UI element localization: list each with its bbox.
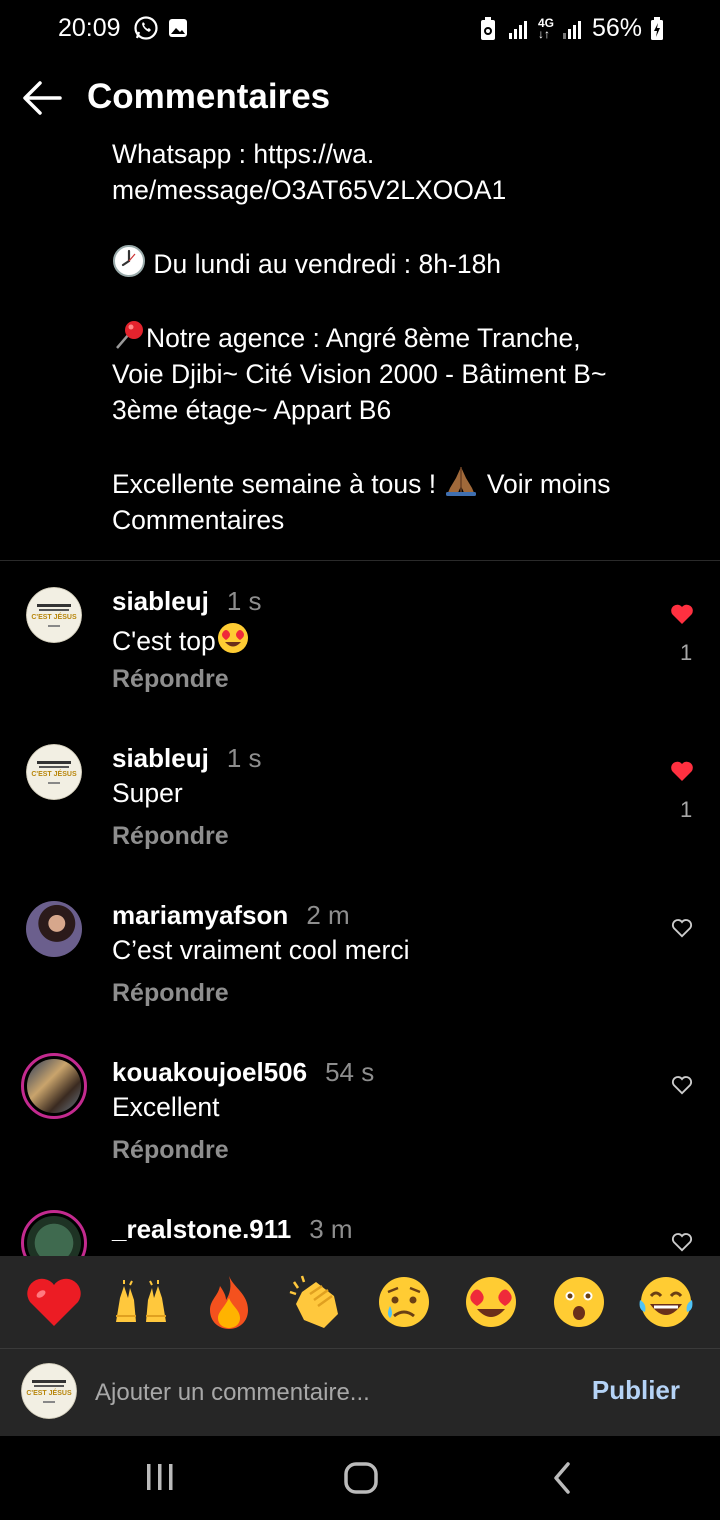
avatar[interactable] bbox=[26, 901, 82, 957]
avatar-with-story-ring[interactable] bbox=[21, 1210, 87, 1256]
current-user-avatar: C'EST JÉSUS bbox=[21, 1363, 77, 1419]
signal-2-icon bbox=[562, 20, 581, 39]
tears-of-joy-face-icon bbox=[639, 1277, 693, 1327]
comment-username[interactable]: siableuj 1 s bbox=[112, 743, 262, 774]
user-photo-avatar bbox=[26, 901, 82, 957]
caption-comments-label: Commentaires bbox=[112, 505, 285, 535]
comment-item: C'EST JÉSUS siableuj 1 s C'est top Répond… bbox=[0, 580, 720, 720]
liked-heart-icon[interactable] bbox=[670, 603, 694, 625]
red-heart-icon bbox=[27, 1278, 81, 1326]
praying-hands-icon bbox=[446, 467, 477, 496]
comment-text: C’est vraiment cool merci bbox=[112, 935, 410, 965]
avatar-with-story-ring[interactable] bbox=[21, 1053, 87, 1119]
like-count: 1 bbox=[680, 797, 693, 822]
comment-username[interactable]: siableuj 1 s bbox=[112, 586, 262, 617]
reply-button[interactable]: Répondre bbox=[112, 822, 229, 851]
astonished-face-icon bbox=[553, 1277, 604, 1327]
avatar[interactable]: C'EST JÉSUS bbox=[26, 744, 82, 800]
like-heart-outline-icon[interactable] bbox=[671, 1232, 693, 1252]
emoji-quick-bar bbox=[0, 1256, 720, 1348]
fire-emoji-button[interactable] bbox=[199, 1272, 259, 1332]
clock-icon bbox=[113, 245, 145, 277]
publish-button[interactable]: Publier bbox=[592, 1375, 680, 1406]
church-logo-avatar: C'EST JÉSUS bbox=[21, 1363, 77, 1419]
fire-icon bbox=[209, 1276, 248, 1329]
sad-relieved-face-icon bbox=[378, 1277, 429, 1327]
caption-agency-2: Voie Djibi~ Cité Vision 2000 - Bâtiment … bbox=[112, 359, 607, 389]
image-notification-icon bbox=[169, 19, 187, 37]
comment-item: _realstone.911 3 m bbox=[0, 1208, 720, 1256]
home-icon[interactable] bbox=[343, 1460, 379, 1496]
caption-whatsapp-link[interactable]: me/message/O3AT65V2LXOOA1 bbox=[112, 172, 672, 208]
raising-hands-emoji-button[interactable] bbox=[111, 1272, 171, 1332]
post-caption: Whatsapp : https://wa. me/message/O3AT65… bbox=[112, 136, 672, 538]
divider bbox=[0, 560, 720, 561]
page-title: Commentaires bbox=[87, 77, 331, 116]
clapping-hands-icon bbox=[289, 1275, 339, 1328]
recent-apps-icon[interactable] bbox=[145, 1460, 175, 1494]
reply-button[interactable]: Répondre bbox=[112, 979, 229, 1008]
laughing-emoji-button[interactable] bbox=[636, 1272, 696, 1332]
status-right: 4G ↓↑ 56% bbox=[478, 14, 664, 43]
comment-input[interactable] bbox=[95, 1375, 555, 1411]
reply-button[interactable]: Répondre bbox=[112, 1136, 229, 1165]
back-arrow-icon[interactable] bbox=[20, 78, 64, 118]
comment-time: 2 m bbox=[306, 900, 350, 930]
caption-agency: Notre agence : Angré 8ème Tranche, bbox=[112, 318, 672, 356]
comment-item: kouakoujoel506 54 s Excellent Répondre bbox=[0, 1051, 720, 1191]
comment-username[interactable]: _realstone.911 3 m bbox=[112, 1214, 353, 1245]
back-nav-icon[interactable] bbox=[550, 1460, 574, 1496]
battery-saver-icon bbox=[480, 16, 495, 40]
comment-text: Super bbox=[112, 778, 183, 808]
comment-time: 3 m bbox=[309, 1214, 353, 1244]
liked-heart-icon[interactable] bbox=[670, 760, 694, 782]
comment-time: 1 s bbox=[226, 743, 262, 773]
sad-emoji-button[interactable] bbox=[374, 1272, 434, 1332]
wow-emoji-button[interactable] bbox=[549, 1272, 609, 1332]
caption-closing: Excellente semaine à tous ! Voir moins bbox=[112, 464, 672, 502]
comment-text: Excellent bbox=[112, 1092, 220, 1122]
avatar[interactable]: C'EST JÉSUS bbox=[26, 587, 82, 643]
comment-username[interactable]: kouakoujoel506 54 s bbox=[112, 1057, 374, 1088]
comment-username[interactable]: mariamyafson 2 m bbox=[112, 900, 350, 931]
heart-eyes-emoji-button[interactable] bbox=[461, 1272, 521, 1332]
signal-icon bbox=[508, 20, 527, 39]
reply-button[interactable]: Répondre bbox=[112, 665, 229, 694]
see-less-link[interactable]: Voir moins bbox=[487, 469, 611, 499]
user-photo-avatar bbox=[27, 1059, 81, 1113]
heart-eyes-emoji bbox=[217, 623, 248, 653]
status-bar: 20:09 4G ↓↑ 56% bbox=[0, 0, 720, 58]
church-logo-avatar: C'EST JÉSUS bbox=[26, 744, 82, 800]
battery-percent: 56% bbox=[591, 14, 642, 42]
caption-hours: Du lundi au vendredi : 8h-18h bbox=[112, 244, 672, 282]
user-photo-avatar bbox=[27, 1216, 81, 1256]
caption-whatsapp: Whatsapp : https://wa. bbox=[112, 139, 375, 169]
like-count: 1 bbox=[680, 640, 693, 665]
pushpin-icon bbox=[116, 321, 143, 349]
clapping-emoji-button[interactable] bbox=[286, 1272, 346, 1332]
whatsapp-notification-icon bbox=[134, 16, 158, 40]
raising-hands-icon bbox=[116, 1280, 167, 1322]
church-logo-avatar: C'EST JÉSUS bbox=[26, 587, 82, 643]
like-heart-outline-icon[interactable] bbox=[671, 1075, 693, 1095]
status-time: 20:09 bbox=[58, 14, 121, 42]
network-type: 4G ↓↑ bbox=[537, 15, 554, 41]
comment-input-bar: C'EST JÉSUS Publier bbox=[0, 1349, 720, 1436]
header: Commentaires bbox=[0, 58, 720, 138]
comment-item: C'EST JÉSUS siableuj 1 s Super Répondre 1 bbox=[0, 737, 720, 877]
caption-agency-3: 3ème étage~ Appart B6 bbox=[112, 395, 392, 425]
comment-time: 1 s bbox=[226, 586, 262, 616]
heart-eyes-face-icon bbox=[466, 1277, 517, 1327]
heart-emoji-button[interactable] bbox=[24, 1272, 84, 1332]
comment-time: 54 s bbox=[325, 1057, 375, 1087]
system-nav-bar bbox=[0, 1436, 720, 1520]
battery-charging-icon bbox=[651, 16, 663, 40]
like-heart-outline-icon[interactable] bbox=[671, 918, 693, 938]
comment-item: mariamyafson 2 m C’est vraiment cool merc… bbox=[0, 894, 720, 1034]
comment-text: C'est top bbox=[112, 621, 250, 657]
